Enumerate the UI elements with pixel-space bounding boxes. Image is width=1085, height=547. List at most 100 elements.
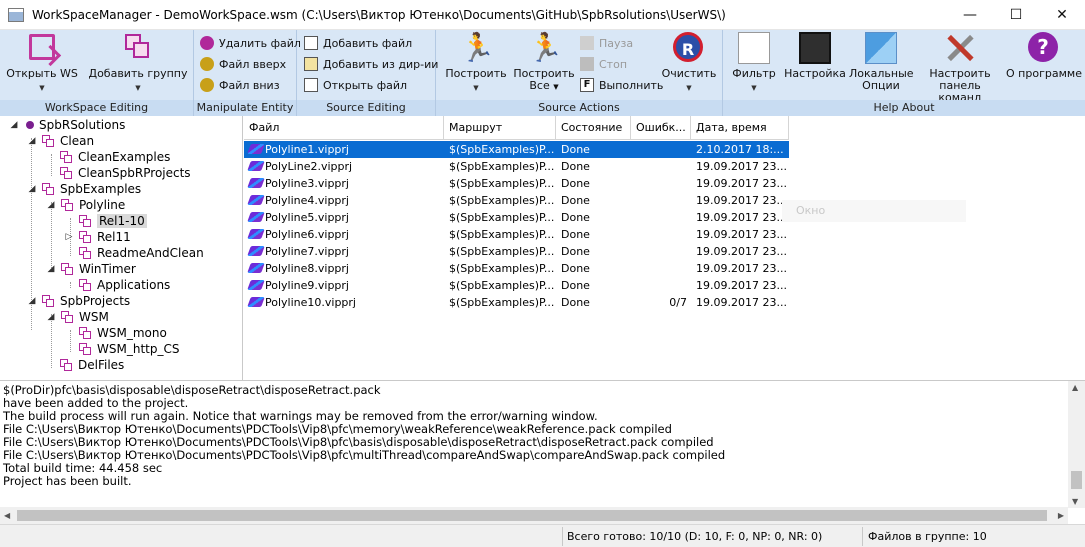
pause-label: Пауза bbox=[599, 36, 634, 50]
table-row[interactable]: Polyline5.vipprj $(SpbExamples)P... Done 19… bbox=[244, 209, 789, 226]
group-icon bbox=[60, 358, 73, 372]
tree-node-rel1-10[interactable]: Rel1-10 bbox=[79, 213, 147, 229]
tree-node-applications[interactable]: Applications bbox=[79, 277, 170, 293]
cell-text: Polyline5.vipprj bbox=[265, 211, 349, 224]
open-ws-button[interactable]: Открыть WS ▼ bbox=[6, 32, 78, 94]
clean-dropdown-icon[interactable]: ▼ bbox=[660, 82, 718, 94]
tree-node-wintimer[interactable]: ◢ WinTimer bbox=[45, 261, 136, 277]
column-state[interactable]: Состояние bbox=[556, 116, 631, 140]
tree-expanded-icon[interactable]: ◢ bbox=[26, 296, 38, 306]
scroll-up-icon[interactable]: ▲ bbox=[1072, 383, 1078, 392]
execute-icon: F bbox=[580, 78, 594, 92]
filter-dropdown-icon[interactable]: ▼ bbox=[729, 82, 779, 94]
tree-expanded-icon[interactable]: ◢ bbox=[45, 200, 57, 210]
column-file[interactable]: Файл bbox=[244, 116, 444, 140]
tree-node-clean[interactable]: ◢ Clean bbox=[26, 133, 95, 149]
build-button[interactable]: 🏃 Построить ▼ bbox=[442, 32, 510, 94]
pause-button[interactable]: Пауза bbox=[580, 34, 633, 52]
tree-node-cleanspbrprojects[interactable]: CleanSpbRProjects bbox=[60, 165, 191, 181]
cell-text: 19.09.2017 23... bbox=[696, 245, 787, 258]
table-row[interactable]: Polyline8.vipprj $(SpbExamples)P... Done 19… bbox=[244, 260, 789, 277]
window-title: WorkSpaceManager - DemoWorkSpace.wsm (C:… bbox=[32, 7, 726, 22]
settings-button[interactable]: Настройка bbox=[783, 32, 847, 80]
table-row[interactable]: Polyline6.vipprj $(SpbExamples)P... Done 19… bbox=[244, 226, 789, 243]
table-row[interactable]: Polyline1.vipprj $(SpbExamples)P... Done 2.… bbox=[244, 141, 789, 158]
add-file-label: Добавить файл bbox=[323, 36, 413, 50]
tree-node-polyline[interactable]: ◢ Polyline bbox=[45, 197, 126, 213]
table-row[interactable]: Polyline4.vipprj $(SpbExamples)P... Done 19… bbox=[244, 192, 789, 209]
tree-expanded-icon[interactable]: ◢ bbox=[45, 312, 57, 322]
cell-errors bbox=[631, 175, 691, 192]
title-bar: WorkSpaceManager - DemoWorkSpace.wsm (C:… bbox=[0, 0, 1085, 30]
tree-expanded-icon[interactable]: ◢ bbox=[45, 264, 57, 274]
scroll-left-icon[interactable]: ◀ bbox=[4, 511, 10, 520]
delete-file-label: Удалить файл bbox=[219, 36, 301, 50]
table-row[interactable]: Polyline9.vipprj $(SpbExamples)P... Done 19… bbox=[244, 277, 789, 294]
tree-expanded-icon[interactable]: ◢ bbox=[8, 120, 20, 130]
cell-errors bbox=[631, 243, 691, 260]
app-icon bbox=[8, 7, 24, 22]
add-file-button[interactable]: Добавить файл bbox=[304, 34, 412, 52]
build-log[interactable]: $(ProDir)pfc\basis\disposable\disposeRet… bbox=[0, 380, 1085, 524]
tree-expanded-icon[interactable]: ◢ bbox=[26, 184, 38, 194]
log-vertical-scroll-thumb[interactable] bbox=[1071, 471, 1082, 489]
cell-errors: 0/7 bbox=[631, 294, 691, 311]
cell-file: Polyline10.vipprj bbox=[244, 294, 444, 311]
workspace-tree[interactable]: ◢ SpbRSolutions ◢ Clean CleanExamples Cl… bbox=[0, 116, 243, 380]
add-group-dropdown-icon[interactable]: ▼ bbox=[88, 82, 188, 94]
scroll-down-icon[interactable]: ▼ bbox=[1072, 497, 1078, 506]
open-ws-dropdown-icon[interactable]: ▼ bbox=[6, 82, 78, 94]
tree-node-spbrsolutions[interactable]: ◢ SpbRSolutions bbox=[8, 117, 126, 133]
local-options-button[interactable]: Локальные Опции bbox=[849, 32, 914, 92]
minimize-button[interactable]: — bbox=[947, 0, 993, 30]
cell-state: Done bbox=[556, 260, 631, 277]
clean-button[interactable]: R Очистить ▼ bbox=[660, 32, 718, 94]
cell-file: Polyline6.vipprj bbox=[244, 226, 444, 243]
tree-node-wsm-http-cs[interactable]: WSM_http_CS bbox=[79, 341, 179, 357]
tree-node-cleanexamples[interactable]: CleanExamples bbox=[60, 149, 170, 165]
build-all-button[interactable]: 🏃 Построить Все ▼ bbox=[512, 32, 576, 93]
build-all-label-2: Все bbox=[529, 79, 550, 92]
table-row[interactable]: Polyline7.vipprj $(SpbExamples)P... Done 19… bbox=[244, 243, 789, 260]
tree-node-spbexamples[interactable]: ◢ SpbExamples bbox=[26, 181, 142, 197]
scroll-right-icon[interactable]: ▶ bbox=[1058, 511, 1064, 520]
about-button[interactable]: ? О программе bbox=[1005, 32, 1083, 80]
tree-expanded-icon[interactable]: ◢ bbox=[26, 136, 38, 146]
file-up-button[interactable]: Файл вверх bbox=[200, 55, 286, 73]
project-file-icon bbox=[247, 178, 265, 188]
file-down-button[interactable]: Файл вниз bbox=[200, 76, 280, 94]
tree-node-wsm-mono[interactable]: WSM_mono bbox=[79, 325, 167, 341]
close-button[interactable]: ✕ bbox=[1039, 0, 1085, 30]
filter-button[interactable]: Фильтр ▼ bbox=[729, 32, 779, 94]
table-row[interactable]: Polyline3.vipprj $(SpbExamples)P... Done 19… bbox=[244, 175, 789, 192]
tree-node-wsm[interactable]: ◢ WSM bbox=[45, 309, 109, 325]
column-route[interactable]: Маршрут bbox=[444, 116, 556, 140]
log-vertical-scrollbar[interactable]: ▲ ▼ bbox=[1068, 381, 1085, 508]
column-errors[interactable]: Ошибк... bbox=[631, 116, 691, 140]
table-row[interactable]: Polyline10.vipprj $(SpbExamples)P... Done 0… bbox=[244, 294, 789, 311]
configure-panel-button[interactable]: Настроить панель команд bbox=[917, 32, 1003, 104]
execute-button[interactable]: F Выполнить bbox=[580, 76, 663, 94]
tree-node-delfiles[interactable]: DelFiles bbox=[60, 357, 124, 373]
build-dropdown-icon[interactable]: ▼ bbox=[442, 82, 510, 94]
add-group-button[interactable]: Добавить группу ▼ bbox=[88, 32, 188, 94]
open-file-button[interactable]: Открыть файл bbox=[304, 76, 407, 94]
maximize-button[interactable]: ☐ bbox=[993, 0, 1039, 30]
tree-node-spbprojects[interactable]: ◢ SpbProjects bbox=[26, 293, 131, 309]
project-file-icon bbox=[247, 212, 265, 222]
tree-node-rel11[interactable]: ▷ Rel11 bbox=[63, 229, 131, 245]
add-from-dir-button[interactable]: Добавить из дир-ии bbox=[304, 55, 438, 73]
delete-file-button[interactable]: Удалить файл bbox=[200, 34, 301, 52]
cell-text: Polyline10.vipprj bbox=[265, 296, 356, 309]
column-date[interactable]: Дата, время bbox=[691, 116, 789, 140]
cell-date: 19.09.2017 23... bbox=[691, 192, 789, 209]
log-horizontal-scrollbar[interactable]: ◀ ▶ bbox=[0, 507, 1068, 524]
stop-button[interactable]: Стоп bbox=[580, 55, 627, 73]
tree-node-readmeandclean[interactable]: ReadmeAndClean bbox=[79, 245, 204, 261]
tree-collapsed-icon[interactable]: ▷ bbox=[63, 232, 75, 242]
build-label: Построить bbox=[445, 67, 507, 80]
build-all-dropdown-icon[interactable]: ▼ bbox=[553, 83, 558, 91]
log-horizontal-scroll-thumb[interactable] bbox=[17, 510, 1047, 521]
file-grid[interactable]: Файл Маршрут Состояние Ошибк... Дата, вр… bbox=[244, 116, 1085, 380]
table-row[interactable]: PolyLine2.vipprj $(SpbExamples)P... Done 19… bbox=[244, 158, 789, 175]
